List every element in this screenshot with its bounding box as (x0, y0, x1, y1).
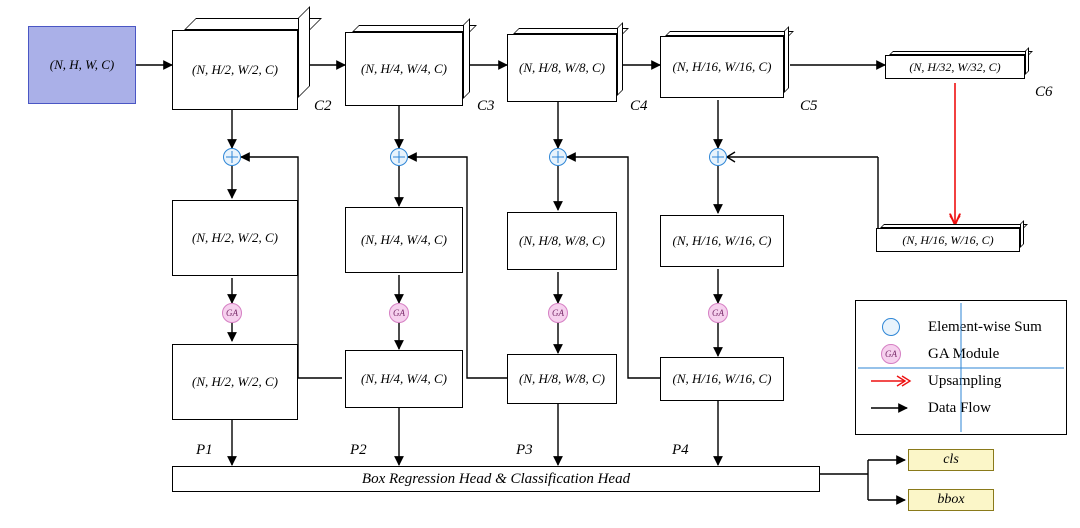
sum-node-s2 (223, 148, 241, 166)
c5-tag: C5 (800, 98, 818, 115)
ga-node-1: GA (222, 303, 242, 323)
output-bbox: bbox (908, 489, 994, 511)
c2-tag: C2 (314, 98, 332, 115)
p1-tag: P1 (196, 442, 213, 459)
legend-flow-icon (869, 401, 913, 415)
legend-sum-label: Element-wise Sum (928, 319, 1042, 336)
sum-node-s4 (549, 148, 567, 166)
c2-label: (N, H/2, W/2, C) (192, 62, 278, 78)
p2-tag: P2 (350, 442, 367, 459)
bbox-label: bbox (937, 492, 964, 508)
pyramid-p4-box: (N, H/16, W/16, C) (660, 357, 784, 401)
upsample-label: (N, H/16, W/16, C) (902, 233, 993, 248)
ga-node-4: GA (708, 303, 728, 323)
sum-node-s3 (390, 148, 408, 166)
cls-label: cls (943, 452, 959, 468)
legend: Element-wise Sum GA GA Module Upsampling (855, 300, 1067, 435)
p3-tag: P3 (516, 442, 533, 459)
legend-upsample-label: Upsampling (928, 373, 1001, 390)
lateral-s3-box: (N, H/4, W/4, C) (345, 207, 463, 273)
lateral-s4-box: (N, H/8, W/8, C) (507, 212, 617, 270)
s2-label: (N, H/2, W/2, C) (192, 230, 278, 246)
input-tensor-box: (N, H, W, C) (28, 26, 136, 104)
c4-label: (N, H/8, W/8, C) (519, 60, 605, 76)
p4-box-label: (N, H/16, W/16, C) (673, 371, 772, 387)
backbone-c6-box: (N, H/32, W/32, C) (885, 55, 1025, 79)
c6-label: (N, H/32, W/32, C) (909, 60, 1000, 75)
s4-label: (N, H/8, W/8, C) (519, 233, 605, 249)
p2-box-label: (N, H/4, W/4, C) (361, 371, 447, 387)
legend-upsample-icon (869, 374, 913, 388)
head-label: Box Regression Head & Classification Hea… (362, 471, 630, 488)
input-label: (N, H, W, C) (50, 57, 115, 73)
backbone-c4-box: (N, H/8, W/8, C) (507, 34, 617, 102)
legend-ga-icon: GA (881, 344, 901, 364)
c3-label: (N, H/4, W/4, C) (361, 61, 447, 77)
backbone-c2-box: (N, H/2, W/2, C) (172, 30, 298, 110)
p3-box-label: (N, H/8, W/8, C) (519, 371, 605, 387)
legend-flow-label: Data Flow (928, 400, 991, 417)
c6-tag: C6 (1035, 84, 1053, 101)
c4-tag: C4 (630, 98, 648, 115)
pyramid-p3-box: (N, H/8, W/8, C) (507, 354, 617, 404)
lateral-s5-box: (N, H/16, W/16, C) (660, 215, 784, 267)
sum-node-s5 (709, 148, 727, 166)
ga-node-2: GA (389, 303, 409, 323)
c5-label: (N, H/16, W/16, C) (673, 59, 772, 75)
backbone-c3-box: (N, H/4, W/4, C) (345, 32, 463, 106)
s5-label: (N, H/16, W/16, C) (673, 233, 772, 249)
pyramid-p2-box: (N, H/4, W/4, C) (345, 350, 463, 408)
p4-tag: P4 (672, 442, 689, 459)
detection-head: Box Regression Head & Classification Hea… (172, 466, 820, 492)
ga-node-3: GA (548, 303, 568, 323)
backbone-c5-box: (N, H/16, W/16, C) (660, 36, 784, 98)
lateral-s2-box: (N, H/2, W/2, C) (172, 200, 298, 276)
c3-tag: C3 (477, 98, 495, 115)
output-cls: cls (908, 449, 994, 471)
fpn-diagram: (N, H, W, C) (N, H/2, W/2, C) C2 (N, H/4… (0, 0, 1080, 528)
upsample-out-box: (N, H/16, W/16, C) (876, 228, 1020, 252)
legend-ga-label: GA Module (928, 346, 999, 363)
legend-sum-icon (882, 318, 900, 336)
pyramid-p1-box: (N, H/2, W/2, C) (172, 344, 298, 420)
p1-box-label: (N, H/2, W/2, C) (192, 374, 278, 390)
s3-label: (N, H/4, W/4, C) (361, 232, 447, 248)
